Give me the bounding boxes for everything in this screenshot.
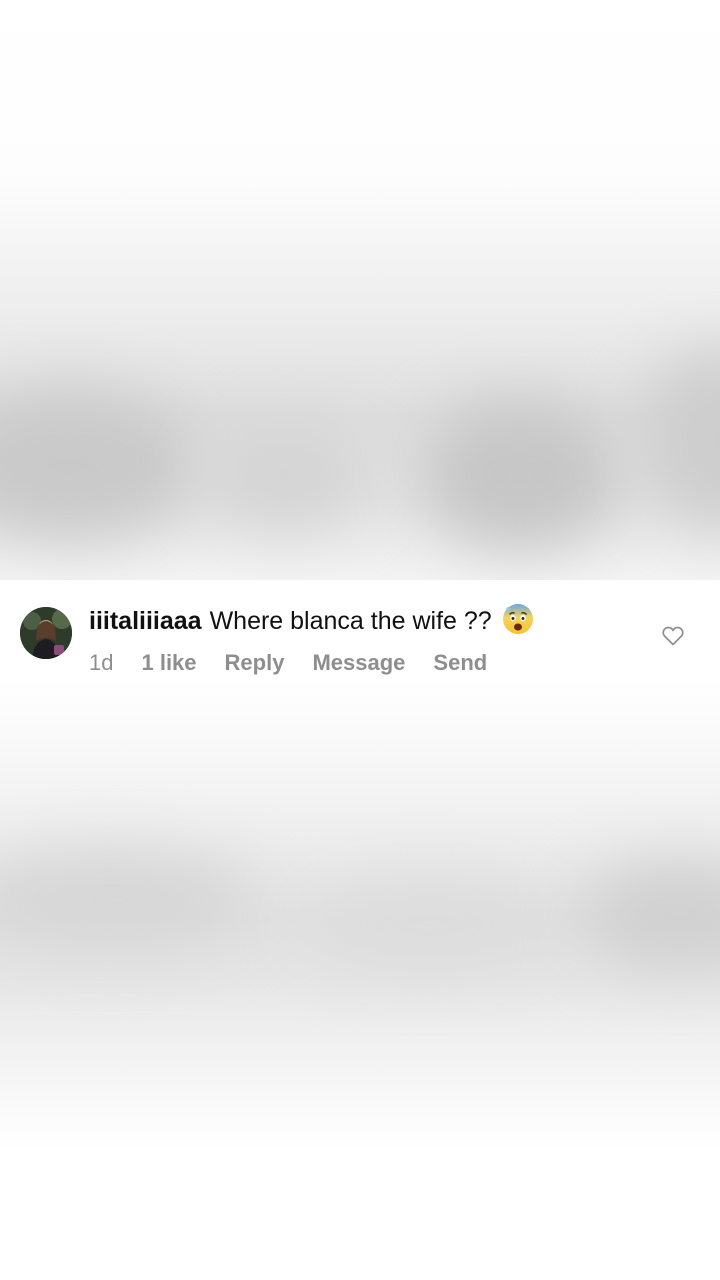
blurred-background-top: [0, 0, 720, 580]
reply-button[interactable]: Reply: [225, 650, 285, 676]
comment-card: iiitaliiiaaa Where blanca the wife ?? 1d…: [0, 580, 720, 680]
comment-username[interactable]: iiitaliiiaaa: [89, 605, 202, 637]
heart-outline-icon[interactable]: [662, 626, 684, 646]
comment-text-line: iiitaliiiaaa Where blanca the wife ??: [89, 603, 534, 637]
comment-time: 1d: [89, 650, 114, 675]
fearful-face-icon: [502, 603, 534, 635]
comment-meta: 1d 1 like Reply Message Send: [89, 650, 487, 676]
user-avatar[interactable]: [20, 607, 72, 659]
comment-screenshot: iiitaliiiaaa Where blanca the wife ?? 1d…: [0, 0, 720, 1280]
blurred-background-bottom: [0, 680, 720, 1280]
message-button[interactable]: Message: [312, 650, 405, 676]
comment-body: Where blanca the wife ??: [209, 607, 492, 635]
comment-like-count[interactable]: 1 like: [141, 650, 196, 676]
send-button[interactable]: Send: [433, 650, 487, 676]
